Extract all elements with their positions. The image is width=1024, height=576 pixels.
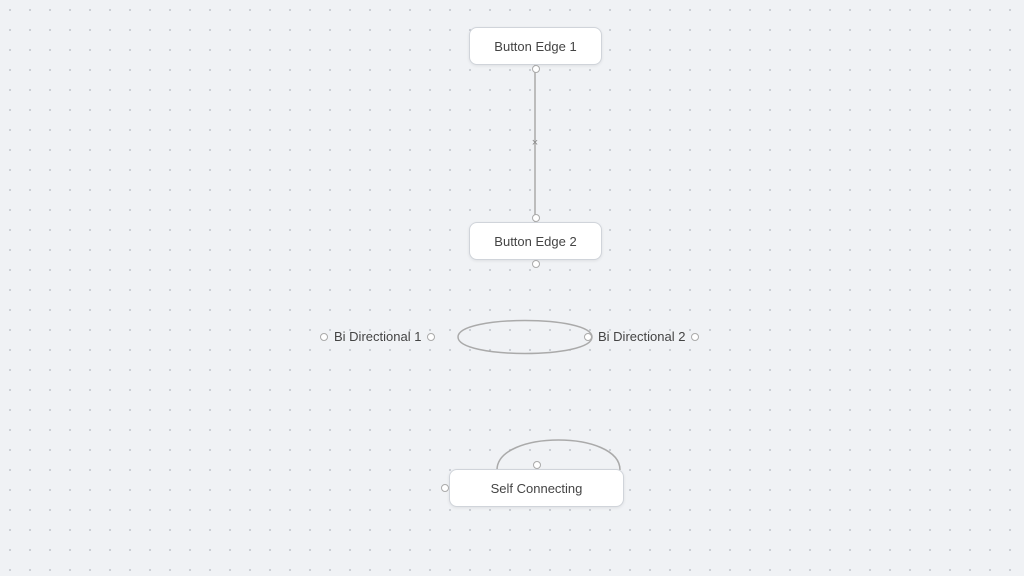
bi-directional-2-node[interactable]: Bi Directional 2 <box>584 329 699 344</box>
bi-directional-1-node[interactable]: Bi Directional 1 <box>320 329 435 344</box>
bi-dir-2-left-handle[interactable] <box>584 333 592 341</box>
button-edge-2-top-handle[interactable] <box>532 214 540 222</box>
self-connecting-label: Self Connecting <box>491 481 583 496</box>
flow-canvas[interactable]: Button Edge 1 × Button Edge 2 Bi Directi… <box>0 0 1024 576</box>
button-edge-2-bottom-handle[interactable] <box>532 260 540 268</box>
button-edge-2-label: Button Edge 2 <box>494 234 576 249</box>
button-edge-1-node[interactable]: Button Edge 1 <box>469 27 602 65</box>
button-edge-2-node[interactable]: Button Edge 2 <box>469 222 602 260</box>
bi-dir-2-label: Bi Directional 2 <box>598 329 685 344</box>
button-edge-1-label: Button Edge 1 <box>494 39 576 54</box>
bi-dir-2-right-handle[interactable] <box>691 333 699 341</box>
bi-dir-1-left-handle[interactable] <box>320 333 328 341</box>
self-connecting-top-handle[interactable] <box>533 461 541 469</box>
self-connecting-node[interactable]: Self Connecting <box>449 469 624 507</box>
self-connecting-left-handle[interactable] <box>441 484 449 492</box>
bi-dir-1-right-handle[interactable] <box>427 333 435 341</box>
edge-label-x: × <box>532 137 538 149</box>
bi-dir-1-label: Bi Directional 1 <box>334 329 421 344</box>
button-edge-1-bottom-handle[interactable] <box>532 65 540 73</box>
